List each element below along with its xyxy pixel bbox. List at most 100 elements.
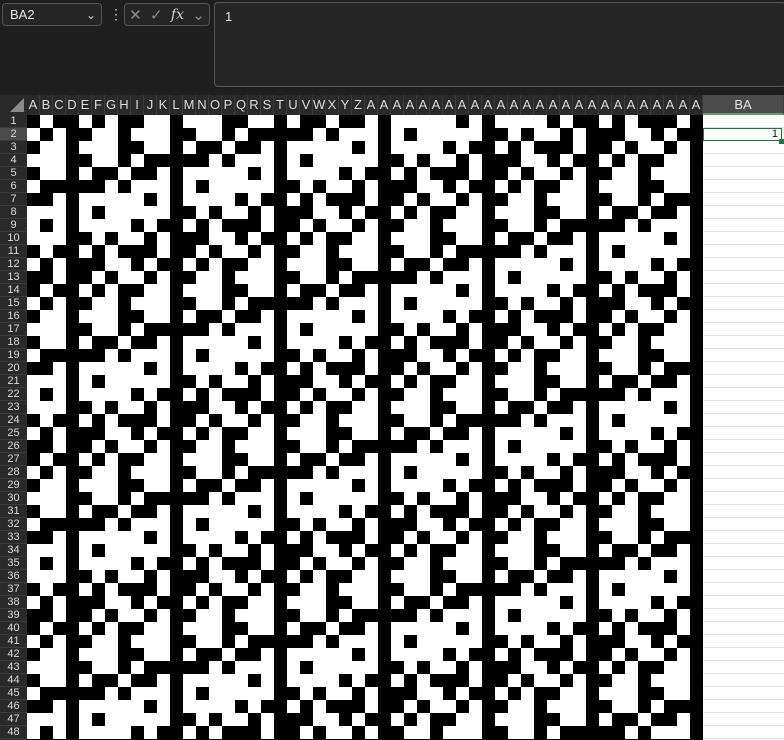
column-header-a[interactable]: A [495,95,508,115]
row-header-17[interactable]: 17 [0,323,27,336]
column-ba-cells[interactable] [703,115,784,740]
row-header-14[interactable]: 14 [0,284,27,297]
active-cell[interactable]: 1 [703,128,782,141]
column-header-i[interactable]: I [131,95,144,115]
row-header-35[interactable]: 35 [0,557,27,570]
column-header-a[interactable]: A [534,95,547,115]
row-header-23[interactable]: 23 [0,401,27,414]
column-header-z[interactable]: Z [352,95,365,115]
column-header-o[interactable]: O [209,95,222,115]
column-header-a[interactable]: A [521,95,534,115]
row-header-2[interactable]: 2 [0,128,27,141]
more-options-icon[interactable]: ⋮ [109,5,123,23]
row-header-3[interactable]: 3 [0,141,27,154]
row-header-30[interactable]: 30 [0,492,27,505]
row-header-36[interactable]: 36 [0,570,27,583]
row-header-24[interactable]: 24 [0,414,27,427]
column-header-a[interactable]: A [651,95,664,115]
row-header-5[interactable]: 5 [0,167,27,180]
chevron-down-icon[interactable]: ⌄ [81,8,101,22]
column-header-e[interactable]: E [79,95,92,115]
column-header-a[interactable]: A [27,95,40,115]
row-header-21[interactable]: 21 [0,375,27,388]
row-header-15[interactable]: 15 [0,297,27,310]
chevron-down-icon[interactable]: ⌄ [192,6,205,24]
column-header-w[interactable]: W [313,95,326,115]
column-header-m[interactable]: M [183,95,196,115]
row-header-34[interactable]: 34 [0,544,27,557]
row-header-20[interactable]: 20 [0,362,27,375]
row-header-41[interactable]: 41 [0,635,27,648]
column-header-a[interactable]: A [378,95,391,115]
column-header-a[interactable]: A [547,95,560,115]
column-header-t[interactable]: T [274,95,287,115]
row-header-45[interactable]: 45 [0,687,27,700]
row-header-38[interactable]: 38 [0,596,27,609]
row-header-42[interactable]: 42 [0,648,27,661]
column-header-d[interactable]: D [66,95,79,115]
column-header-a[interactable]: A [599,95,612,115]
cancel-icon[interactable]: ✕ [129,6,142,24]
row-header-6[interactable]: 6 [0,180,27,193]
row-header-11[interactable]: 11 [0,245,27,258]
row-header-40[interactable]: 40 [0,622,27,635]
row-header-37[interactable]: 37 [0,583,27,596]
column-header-a[interactable]: A [612,95,625,115]
row-header-27[interactable]: 27 [0,453,27,466]
row-header-33[interactable]: 33 [0,531,27,544]
row-header-13[interactable]: 13 [0,271,27,284]
select-all-button[interactable] [0,95,27,115]
column-header-a[interactable]: A [365,95,378,115]
column-header-a[interactable]: A [625,95,638,115]
column-header-a[interactable]: A [560,95,573,115]
row-header-16[interactable]: 16 [0,310,27,323]
column-header-s[interactable]: S [261,95,274,115]
row-header-7[interactable]: 7 [0,193,27,206]
row-header-18[interactable]: 18 [0,336,27,349]
column-header-v[interactable]: V [300,95,313,115]
column-header-a[interactable]: A [586,95,599,115]
row-header-22[interactable]: 22 [0,388,27,401]
column-header-a[interactable]: A [417,95,430,115]
row-header-25[interactable]: 25 [0,427,27,440]
column-header-a[interactable]: A [443,95,456,115]
row-header-48[interactable]: 48 [0,726,27,739]
enter-icon[interactable]: ✓ [150,6,163,24]
column-header-r[interactable]: R [248,95,261,115]
column-header-g[interactable]: G [105,95,118,115]
row-header-9[interactable]: 9 [0,219,27,232]
row-header-31[interactable]: 31 [0,505,27,518]
row-header-46[interactable]: 46 [0,700,27,713]
column-header-a[interactable]: A [404,95,417,115]
column-header-y[interactable]: Y [339,95,352,115]
name-box[interactable]: BA2 ⌄ [2,3,102,26]
row-header-10[interactable]: 10 [0,232,27,245]
cell-grid[interactable] [27,115,703,740]
column-header-a[interactable]: A [638,95,651,115]
column-header-a[interactable]: A [573,95,586,115]
column-header-a[interactable]: A [456,95,469,115]
column-header-a[interactable]: A [677,95,690,115]
column-header-q[interactable]: Q [235,95,248,115]
column-header-ba[interactable]: BA [703,95,784,115]
column-header-n[interactable]: N [196,95,209,115]
row-header-28[interactable]: 28 [0,466,27,479]
row-header-47[interactable]: 47 [0,713,27,726]
row-header-12[interactable]: 12 [0,258,27,271]
column-header-a[interactable]: A [430,95,443,115]
column-header-a[interactable]: A [664,95,677,115]
row-header-43[interactable]: 43 [0,661,27,674]
row-header-39[interactable]: 39 [0,609,27,622]
column-header-a[interactable]: A [469,95,482,115]
column-header-p[interactable]: P [222,95,235,115]
insert-function-icon[interactable]: fx [171,7,184,23]
column-header-a[interactable]: A [508,95,521,115]
column-header-f[interactable]: F [92,95,105,115]
column-header-a[interactable]: A [391,95,404,115]
row-header-1[interactable]: 1 [0,115,27,128]
column-header-x[interactable]: X [326,95,339,115]
column-header-u[interactable]: U [287,95,300,115]
row-header-44[interactable]: 44 [0,674,27,687]
row-header-29[interactable]: 29 [0,479,27,492]
row-header-32[interactable]: 32 [0,518,27,531]
